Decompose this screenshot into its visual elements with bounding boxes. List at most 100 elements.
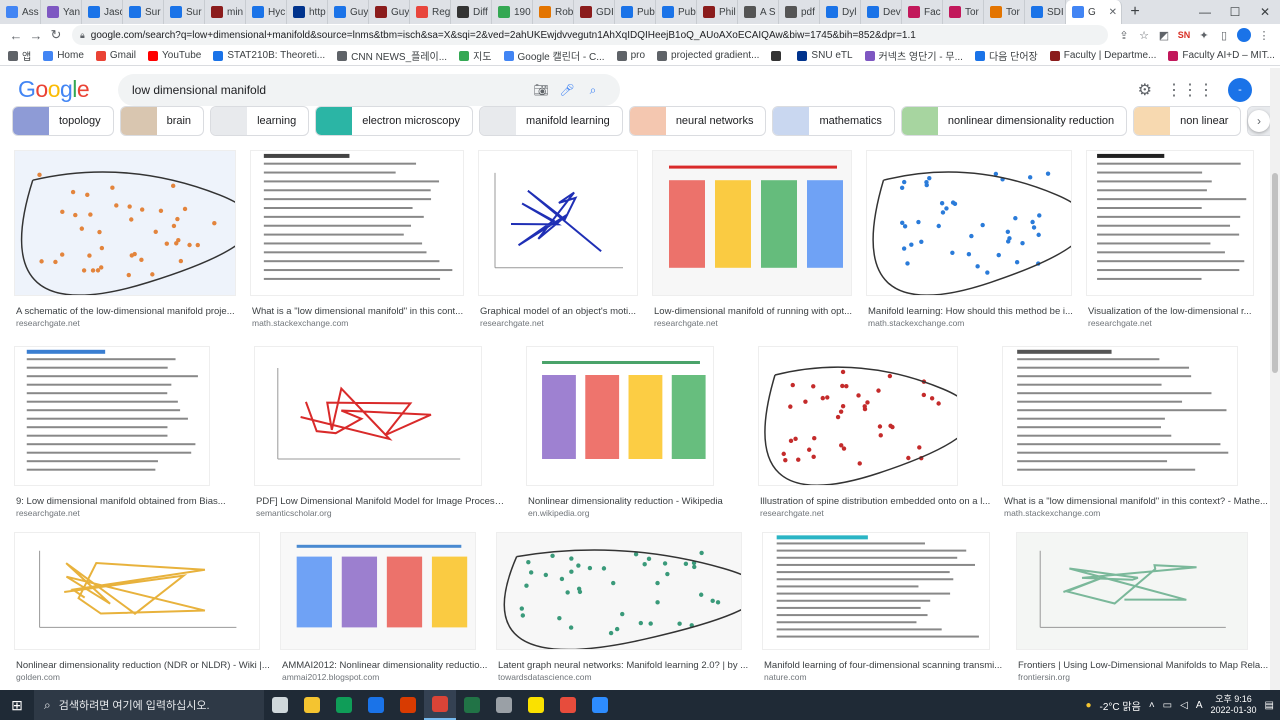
browser-tab[interactable]: GDI bbox=[574, 0, 615, 24]
search-chip[interactable]: brain bbox=[119, 106, 205, 136]
result-thumbnail[interactable] bbox=[254, 346, 482, 486]
browser-menu-icon[interactable]: ⋮ bbox=[1254, 25, 1274, 45]
result-source[interactable]: math.stackexchange.com bbox=[252, 318, 348, 328]
result-source[interactable]: golden.com bbox=[16, 672, 60, 682]
search-chip[interactable]: manifold learning bbox=[479, 106, 623, 136]
excel-icon[interactable] bbox=[456, 690, 488, 720]
bookmark-item[interactable]: 지도 bbox=[459, 48, 492, 63]
browser-tab[interactable]: Pub bbox=[656, 0, 697, 24]
result-title[interactable]: Nonlinear dimensionality reduction - Wik… bbox=[528, 496, 758, 507]
browser-tab[interactable]: Guy bbox=[328, 0, 369, 24]
bookmark-item[interactable]: projected gradient... bbox=[657, 50, 759, 61]
result-thumbnail[interactable] bbox=[1016, 532, 1248, 650]
tray-chevron-icon[interactable]: ˄ bbox=[1149, 700, 1155, 711]
minimize-button[interactable]: — bbox=[1190, 0, 1220, 24]
search-chip[interactable]: non linear bbox=[1133, 106, 1242, 136]
bookmark-item[interactable]: Google 캘린더 - C... bbox=[503, 48, 605, 63]
browser-tab[interactable]: Dyl bbox=[820, 0, 861, 24]
edge-icon[interactable] bbox=[328, 690, 360, 720]
bookmark-item[interactable] bbox=[771, 50, 785, 61]
browser-tab[interactable]: Yan bbox=[41, 0, 82, 24]
close-window-button[interactable]: ✕ bbox=[1250, 0, 1280, 24]
result-source[interactable]: researchgate.net bbox=[1088, 318, 1152, 328]
result-thumbnail[interactable] bbox=[14, 346, 210, 486]
new-tab-button[interactable]: + bbox=[1122, 0, 1148, 24]
result-title[interactable]: Visualization of the low-dimensional r..… bbox=[1088, 306, 1264, 317]
sidepanel-icon[interactable]: ▯ bbox=[1214, 25, 1234, 45]
image-result[interactable]: 9: Low dimensional manifold obtained fro… bbox=[14, 346, 238, 522]
browser-tab[interactable]: min bbox=[205, 0, 246, 24]
result-title[interactable]: PDF] Low Dimensional Manifold Model for … bbox=[256, 496, 506, 507]
browser-tab[interactable]: SDI bbox=[1025, 0, 1066, 24]
image-result[interactable]: Manifold learning of four-dimensional sc… bbox=[762, 532, 1006, 686]
back-icon[interactable]: ← bbox=[6, 25, 26, 45]
weather-text[interactable]: -2°C 맑음 bbox=[1100, 698, 1141, 713]
account-avatar[interactable]: - bbox=[1228, 78, 1252, 102]
tab-active[interactable]: G ✕ bbox=[1066, 0, 1122, 24]
profile-icon[interactable] bbox=[1234, 25, 1254, 45]
bookmark-item[interactable]: STAT210B: Theoreti... bbox=[213, 50, 325, 61]
photo-icon[interactable] bbox=[552, 690, 584, 720]
browser-tab[interactable]: Guy bbox=[369, 0, 410, 24]
image-result[interactable]: PDF] Low Dimensional Manifold Model for … bbox=[254, 346, 506, 522]
browser-tab[interactable]: Phil bbox=[697, 0, 738, 24]
browser-tab[interactable]: http bbox=[287, 0, 328, 24]
kakaotalk-icon[interactable] bbox=[520, 690, 552, 720]
result-title[interactable]: Frontiers | Using Low-Dimensional Manifo… bbox=[1018, 660, 1270, 671]
result-source[interactable]: math.stackexchange.com bbox=[1004, 508, 1100, 518]
network-icon[interactable]: ▭ bbox=[1163, 700, 1172, 711]
bookmark-item[interactable]: 앱 bbox=[8, 48, 31, 63]
clock[interactable]: 오후 9:16 2022-01-30 bbox=[1211, 694, 1257, 716]
result-thumbnail[interactable] bbox=[762, 532, 990, 650]
browser-tab[interactable]: Ass bbox=[0, 0, 41, 24]
browser-tab[interactable]: pdf bbox=[779, 0, 820, 24]
ime-indicator[interactable]: A bbox=[1196, 700, 1203, 711]
extensions-puzzle-icon[interactable]: ✦ bbox=[1194, 25, 1214, 45]
result-title[interactable]: Low-dimensional manifold of running with… bbox=[654, 306, 868, 317]
office-icon[interactable] bbox=[392, 690, 424, 720]
result-thumbnail[interactable] bbox=[250, 150, 464, 296]
browser-tab[interactable]: Sur bbox=[164, 0, 205, 24]
result-title[interactable]: Latent graph neural networks: Manifold l… bbox=[498, 660, 758, 671]
bookmark-item[interactable]: Faculty AI+D – MIT... bbox=[1168, 50, 1275, 61]
task-view-icon[interactable] bbox=[264, 690, 296, 720]
result-source[interactable]: researchgate.net bbox=[760, 508, 824, 518]
address-bar[interactable]: 🔒︎ google.com/search?q=low+dimensional+m… bbox=[72, 25, 1108, 45]
result-thumbnail[interactable] bbox=[866, 150, 1072, 296]
browser-tab[interactable]: Diff bbox=[451, 0, 492, 24]
result-thumbnail[interactable] bbox=[1086, 150, 1254, 296]
bookmark-item[interactable]: Home bbox=[43, 50, 84, 61]
maximize-button[interactable]: ☐ bbox=[1220, 0, 1250, 24]
notification-icon[interactable]: ▤ bbox=[1265, 700, 1274, 711]
search-icon[interactable]: ⌕ bbox=[580, 83, 606, 98]
bookmark-item[interactable]: YouTube bbox=[148, 50, 201, 61]
windows-start-icon[interactable]: ⊞ bbox=[0, 690, 34, 720]
result-title[interactable]: Manifold learning: How should this metho… bbox=[868, 306, 1088, 317]
close-tab-icon[interactable]: ✕ bbox=[1105, 7, 1117, 18]
browser-tab[interactable]: 190 bbox=[492, 0, 533, 24]
result-thumbnail[interactable] bbox=[14, 532, 260, 650]
volume-icon[interactable]: ◁ bbox=[1180, 700, 1188, 711]
result-source[interactable]: en.wikipedia.org bbox=[528, 508, 589, 518]
search-chip[interactable]: electron microscopy bbox=[315, 106, 474, 136]
camera-icon[interactable]: 📷︎ bbox=[528, 83, 554, 97]
search-input[interactable]: low dimensional manifold bbox=[132, 83, 528, 97]
bookmark-star-icon[interactable]: ☆ bbox=[1134, 25, 1154, 45]
search-chip[interactable]: nonlinear dimensionality reduction bbox=[900, 106, 1128, 136]
scrollbar-thumb[interactable] bbox=[1272, 173, 1278, 373]
share-icon[interactable]: ⇪ bbox=[1114, 25, 1134, 45]
result-source[interactable]: towardsdatascience.com bbox=[498, 672, 592, 682]
image-result[interactable]: Nonlinear dimensionality reduction (NDR … bbox=[14, 532, 276, 686]
result-thumbnail[interactable] bbox=[758, 346, 958, 486]
result-title[interactable]: What is a "low dimensional manifold" in … bbox=[252, 306, 480, 317]
result-title[interactable]: Graphical model of an object's moti... bbox=[480, 306, 652, 317]
browser-tab[interactable]: Reg bbox=[410, 0, 451, 24]
result-thumbnail[interactable] bbox=[652, 150, 852, 296]
reload-icon[interactable]: ↻ bbox=[46, 25, 66, 45]
forward-icon[interactable]: → bbox=[26, 25, 46, 45]
result-title[interactable]: AMMAI2012: Nonlinear dimensionality redu… bbox=[282, 660, 488, 671]
bookmark-item[interactable]: Faculty | Departme... bbox=[1049, 50, 1156, 61]
result-source[interactable]: researchgate.net bbox=[480, 318, 544, 328]
result-source[interactable]: frontiersin.org bbox=[1018, 672, 1070, 682]
bookmark-item[interactable]: 다음 단어장 bbox=[974, 48, 1038, 63]
